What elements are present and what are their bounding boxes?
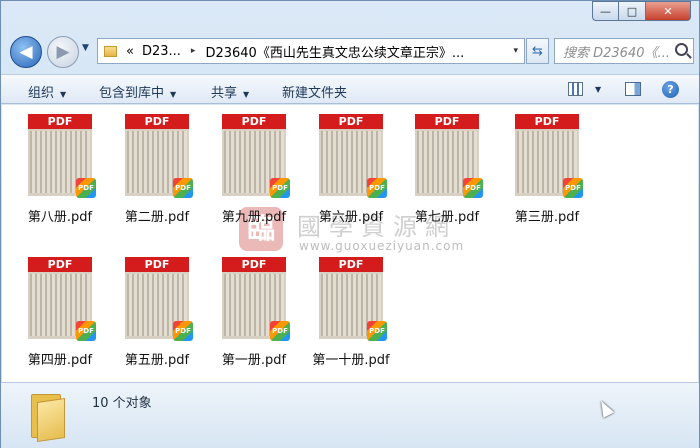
file-item[interactable]: PDF PDF 第七册.pdf xyxy=(389,105,489,225)
pdf-thumbnail: PDF PDF xyxy=(515,114,583,198)
share-menu[interactable]: 共享 ▼ xyxy=(211,82,249,101)
pdf-banner: PDF xyxy=(125,114,189,129)
file-name: 第一十册.pdf xyxy=(312,353,390,368)
pdf-banner: PDF xyxy=(28,114,92,129)
explorer-window: — □ ✕ ◀ ▶ ▼ « D23... ▸ D23640《西山先生真文忠公续文… xyxy=(0,0,700,448)
navigation-bar: ◀ ▶ ▼ « D23... ▸ D23640《西山先生真文忠公续文章正宗》..… xyxy=(1,34,700,70)
file-name: 第七册.pdf xyxy=(414,210,480,225)
pdf-thumbnail: PDF PDF xyxy=(415,114,483,198)
address-bar[interactable]: « D23... ▸ D23640《西山先生真文忠公续文章正宗》... ▾ xyxy=(97,38,525,64)
pdf-app-badge-icon: PDF xyxy=(463,178,483,198)
pdf-thumbnail: PDF PDF xyxy=(222,257,290,341)
pdf-thumbnail: PDF PDF xyxy=(319,257,387,341)
pdf-app-badge-icon: PDF xyxy=(563,178,583,198)
pdf-thumbnail: PDF PDF xyxy=(125,257,193,341)
search-input[interactable]: 搜索 D23640《... xyxy=(554,38,694,64)
share-arrow-icon: ▼ xyxy=(243,90,250,99)
pdf-app-badge-icon: PDF xyxy=(367,321,387,341)
file-item[interactable]: PDF PDF 第三册.pdf xyxy=(489,105,589,225)
pdf-app-badge-icon: PDF xyxy=(270,321,290,341)
new-folder-button[interactable]: 新建文件夹 xyxy=(282,82,347,101)
large-folder-icon xyxy=(31,390,69,442)
organize-menu[interactable]: 组织 ▼ xyxy=(28,82,66,101)
breadcrumb-item-d23[interactable]: D23... xyxy=(142,44,181,59)
help-icon[interactable]: ? xyxy=(662,81,679,98)
preview-pane-icon[interactable] xyxy=(625,82,641,96)
pdf-thumbnail: PDF PDF xyxy=(222,114,290,198)
recent-pages-dropdown[interactable]: ▼ xyxy=(82,43,89,53)
view-options-dropdown-icon[interactable]: ▼ xyxy=(595,85,601,94)
search-placeholder: 搜索 D23640《... xyxy=(563,45,670,61)
back-button[interactable]: ◀ xyxy=(10,36,42,68)
file-item[interactable]: PDF PDF 第一册.pdf xyxy=(196,248,296,368)
search-icon[interactable] xyxy=(675,43,688,56)
include-in-library-menu[interactable]: 包含到库中 ▼ xyxy=(99,82,176,101)
details-pane: 10 个对象 xyxy=(1,382,699,448)
folder-icon xyxy=(104,45,117,57)
pdf-banner: PDF xyxy=(222,257,286,272)
pdf-banner: PDF xyxy=(28,257,92,272)
file-item[interactable]: PDF PDF 第八册.pdf xyxy=(2,105,102,225)
file-item[interactable]: PDF PDF 第二册.pdf xyxy=(99,105,199,225)
file-item[interactable]: PDF PDF 第六册.pdf xyxy=(293,105,393,225)
breadcrumb-item-current[interactable]: D23640《西山先生真文忠公续文章正宗》... xyxy=(205,42,464,61)
minimize-button[interactable]: — xyxy=(592,1,619,21)
pdf-banner: PDF xyxy=(319,114,383,129)
pdf-thumbnail: PDF PDF xyxy=(28,257,96,341)
pdf-thumbnail: PDF PDF xyxy=(125,114,193,198)
pdf-banner: PDF xyxy=(125,257,189,272)
organize-arrow-icon: ▼ xyxy=(60,90,67,99)
change-view-icon[interactable] xyxy=(568,82,583,96)
breadcrumb-separator-icon[interactable]: ▸ xyxy=(191,46,196,56)
pdf-banner: PDF xyxy=(415,114,479,129)
share-label: 共享 xyxy=(211,86,238,101)
pdf-banner: PDF xyxy=(222,114,286,129)
window-controls: — □ ✕ xyxy=(592,1,691,21)
breadcrumb-overflow[interactable]: « xyxy=(126,44,134,59)
command-bar: 组织 ▼ 包含到库中 ▼ 共享 ▼ 新建文件夹 ▼ ? xyxy=(1,74,699,104)
organize-label: 组织 xyxy=(28,86,55,101)
close-button[interactable]: ✕ xyxy=(646,1,691,21)
pdf-banner: PDF xyxy=(515,114,579,129)
file-item[interactable]: PDF PDF 第五册.pdf xyxy=(99,248,199,368)
file-item[interactable]: PDF PDF 第四册.pdf xyxy=(2,248,102,368)
address-dropdown-icon[interactable]: ▾ xyxy=(513,46,518,56)
include-arrow-icon: ▼ xyxy=(170,90,177,99)
file-item[interactable]: PDF PDF 第九册.pdf xyxy=(196,105,296,225)
forward-button[interactable]: ▶ xyxy=(47,36,79,68)
file-list[interactable]: 臨 國學資源網 www.guoxueziyuan.com PDF PDF 第八册.p… xyxy=(2,105,698,382)
pdf-app-badge-icon: PDF xyxy=(76,178,96,198)
pdf-app-badge-icon: PDF xyxy=(173,178,193,198)
pdf-app-badge-icon: PDF xyxy=(367,178,387,198)
pdf-app-badge-icon: PDF xyxy=(270,178,290,198)
pdf-app-badge-icon: PDF xyxy=(173,321,193,341)
pdf-thumbnail: PDF PDF xyxy=(319,114,387,198)
pdf-banner: PDF xyxy=(319,257,383,272)
maximize-button[interactable]: □ xyxy=(619,1,646,21)
include-in-library-label: 包含到库中 xyxy=(99,86,165,101)
pdf-thumbnail: PDF PDF xyxy=(28,114,96,198)
pdf-app-badge-icon: PDF xyxy=(76,321,96,341)
file-item[interactable]: PDF PDF 第一十册.pdf xyxy=(293,248,393,368)
refresh-button[interactable]: ⇆ xyxy=(526,38,549,64)
file-name: 第三册.pdf xyxy=(514,210,580,225)
item-count: 10 个对象 xyxy=(92,396,152,411)
